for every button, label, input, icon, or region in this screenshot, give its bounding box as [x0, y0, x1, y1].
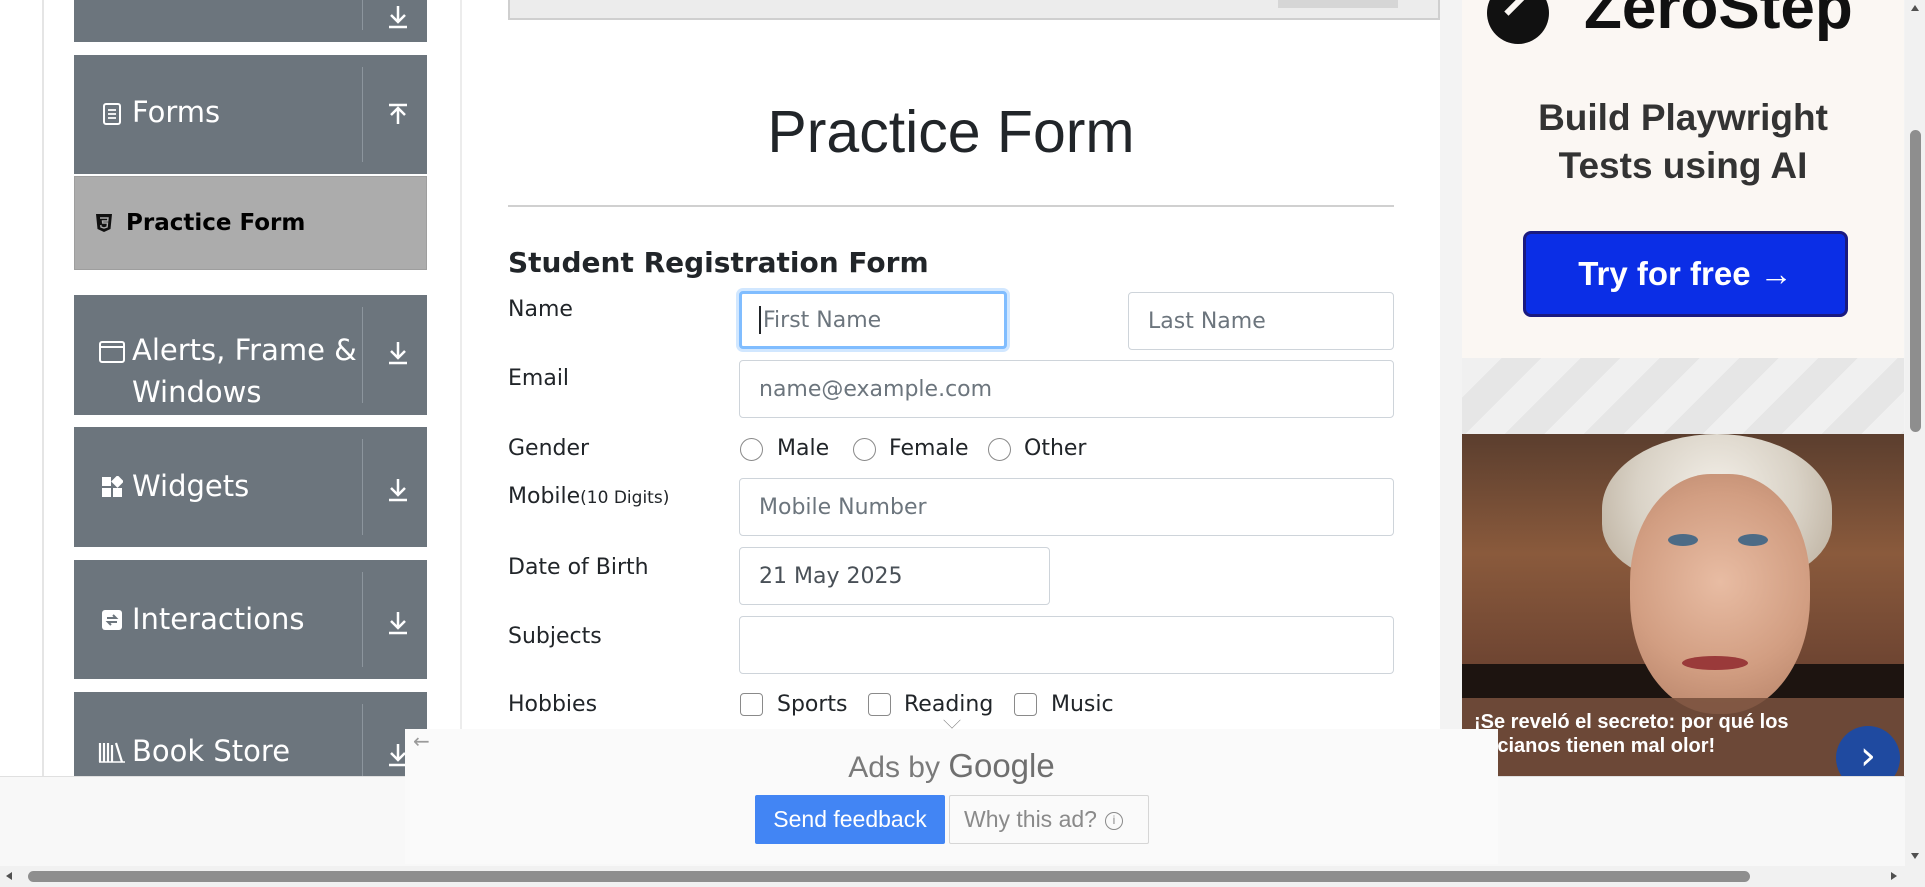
sidebar-group-label: Widgets — [132, 469, 250, 503]
expand-arrow-icon[interactable] — [385, 610, 411, 636]
ad-headline-line2: Tests using AI — [1558, 145, 1808, 186]
expand-arrow-icon[interactable] — [385, 4, 411, 30]
sidebar-group-label: Alerts, Frame & — [132, 333, 357, 367]
photo-eye — [1738, 534, 1768, 546]
page-title: Practice Form — [767, 99, 1135, 165]
tile-divider — [362, 307, 363, 403]
sidebar-item-practice-form[interactable]: Practice Form — [74, 176, 427, 270]
tile-divider — [362, 0, 363, 30]
mobile-input[interactable]: Mobile Number — [739, 478, 1394, 536]
mobile-label: Mobile(10 Digits) — [508, 484, 669, 509]
last-name-input[interactable]: Last Name — [1128, 292, 1394, 350]
vertical-scrollbar-thumb[interactable] — [1910, 130, 1921, 432]
sidebar-item-label: Practice Form — [126, 210, 306, 236]
scroll-down-arrow-icon[interactable] — [1910, 852, 1920, 860]
sidebar-group-label: Interactions — [132, 602, 305, 636]
sidebar-group-forms[interactable]: Forms — [74, 55, 427, 174]
sidebar-group-interactions[interactable]: Interactions — [74, 560, 427, 679]
info-icon: i — [1104, 811, 1123, 830]
google-ad-overlay: ← Ads by Google Send feedback Why this a… — [405, 711, 1498, 864]
gender-female-label[interactable]: Female — [889, 436, 969, 461]
sidebar-group-book-store[interactable]: Book Store — [74, 692, 427, 776]
sidebar-left-border — [42, 0, 44, 776]
hobby-music-checkbox[interactable] — [1014, 693, 1037, 716]
ad-brand-name: ZeroStep — [1584, 0, 1853, 42]
photo-mouth — [1682, 656, 1748, 670]
tile-divider — [362, 439, 363, 535]
photo-ad[interactable]: ¡Se reveló el secreto: por qué los ancia… — [1462, 434, 1904, 776]
horizontal-scrollbar-thumb[interactable] — [28, 871, 1750, 882]
mobile-placeholder: Mobile Number — [759, 494, 927, 520]
books-icon — [98, 742, 125, 763]
text-caret — [759, 306, 761, 334]
mobile-label-text: Mobile — [508, 484, 581, 509]
sidebar-group-label-line2: Windows — [132, 375, 262, 409]
sidebar-group-elements-partial[interactable] — [74, 0, 427, 42]
why-this-ad-label: Why this ad? — [964, 806, 1097, 832]
gender-other-radio[interactable] — [988, 438, 1011, 461]
scroll-left-arrow-icon[interactable] — [5, 871, 13, 881]
widgets-icon — [102, 476, 123, 497]
tile-divider — [362, 572, 363, 667]
window-icon — [99, 341, 125, 363]
dob-label: Date of Birth — [508, 555, 649, 580]
try-for-free-button[interactable]: Try for free → — [1523, 231, 1848, 317]
ad-headline-line1: Build Playwright — [1538, 97, 1828, 138]
dob-value: 21 May 2025 — [759, 563, 903, 589]
subjects-input[interactable] — [739, 616, 1394, 674]
horizontal-scrollbar[interactable] — [0, 866, 1925, 887]
tile-divider — [362, 704, 363, 776]
email-placeholder: name@example.com — [759, 376, 993, 402]
hobbies-label: Hobbies — [508, 692, 598, 717]
email-input[interactable]: name@example.com — [739, 360, 1394, 418]
html5-icon — [96, 214, 112, 232]
ad-headline: Build Playwright Tests using AI — [1462, 94, 1904, 190]
scroll-right-arrow-icon[interactable] — [1890, 871, 1898, 881]
first-name-placeholder: First Name — [763, 307, 882, 333]
photo-eye — [1668, 534, 1698, 546]
gender-label: Gender — [508, 436, 590, 461]
email-label: Email — [508, 366, 570, 391]
hobby-reading-checkbox[interactable] — [868, 693, 891, 716]
gender-female-radio[interactable] — [853, 438, 876, 461]
top-banner-image — [508, 0, 1440, 20]
sidebar-group-label: Book Store — [132, 734, 291, 768]
banner-detail — [1278, 0, 1398, 8]
name-label: Name — [508, 297, 573, 322]
hobby-sports-label[interactable]: Sports — [777, 692, 848, 717]
scroll-up-arrow-icon[interactable] — [1910, 4, 1920, 12]
date-of-birth-input[interactable]: 21 May 2025 — [739, 547, 1050, 605]
hobby-sports-checkbox[interactable] — [740, 693, 763, 716]
form-heading: Student Registration Form — [508, 246, 929, 279]
first-name-input[interactable]: First Name — [739, 291, 1007, 349]
ads-by-google-label: Ads by Google — [405, 747, 1498, 785]
expand-arrow-icon[interactable] — [385, 340, 411, 366]
subjects-label: Subjects — [508, 624, 602, 649]
last-name-placeholder: Last Name — [1148, 308, 1266, 334]
gender-other-label[interactable]: Other — [1024, 436, 1086, 461]
sidebar-group-alerts-frame-windows[interactable]: Alerts, Frame & Windows — [74, 295, 427, 415]
send-feedback-button[interactable]: Send feedback — [755, 795, 945, 844]
mobile-hint: (10 Digits) — [580, 488, 670, 508]
gender-male-radio[interactable] — [740, 438, 763, 461]
photo-face — [1630, 474, 1810, 714]
vertical-scrollbar[interactable] — [1905, 0, 1925, 866]
sidebar-group-widgets[interactable]: Widgets — [74, 427, 427, 547]
collapse-arrow-icon[interactable] — [385, 102, 411, 128]
sidebar-group-label: Forms — [132, 95, 221, 129]
interactions-icon — [102, 610, 122, 630]
ads-by-text: Ads by — [848, 751, 940, 784]
google-wordmark: Google — [948, 747, 1055, 784]
ad-pattern-strip — [1462, 358, 1904, 434]
hobby-music-label[interactable]: Music — [1051, 692, 1114, 717]
expand-arrow-icon[interactable] — [385, 477, 411, 503]
document-icon — [103, 103, 121, 125]
gender-male-label[interactable]: Male — [777, 436, 829, 461]
title-divider — [508, 205, 1394, 207]
tile-divider — [362, 67, 363, 162]
why-this-ad-button[interactable]: Why this ad? i — [949, 795, 1149, 844]
sidebar-right-border — [460, 0, 462, 776]
